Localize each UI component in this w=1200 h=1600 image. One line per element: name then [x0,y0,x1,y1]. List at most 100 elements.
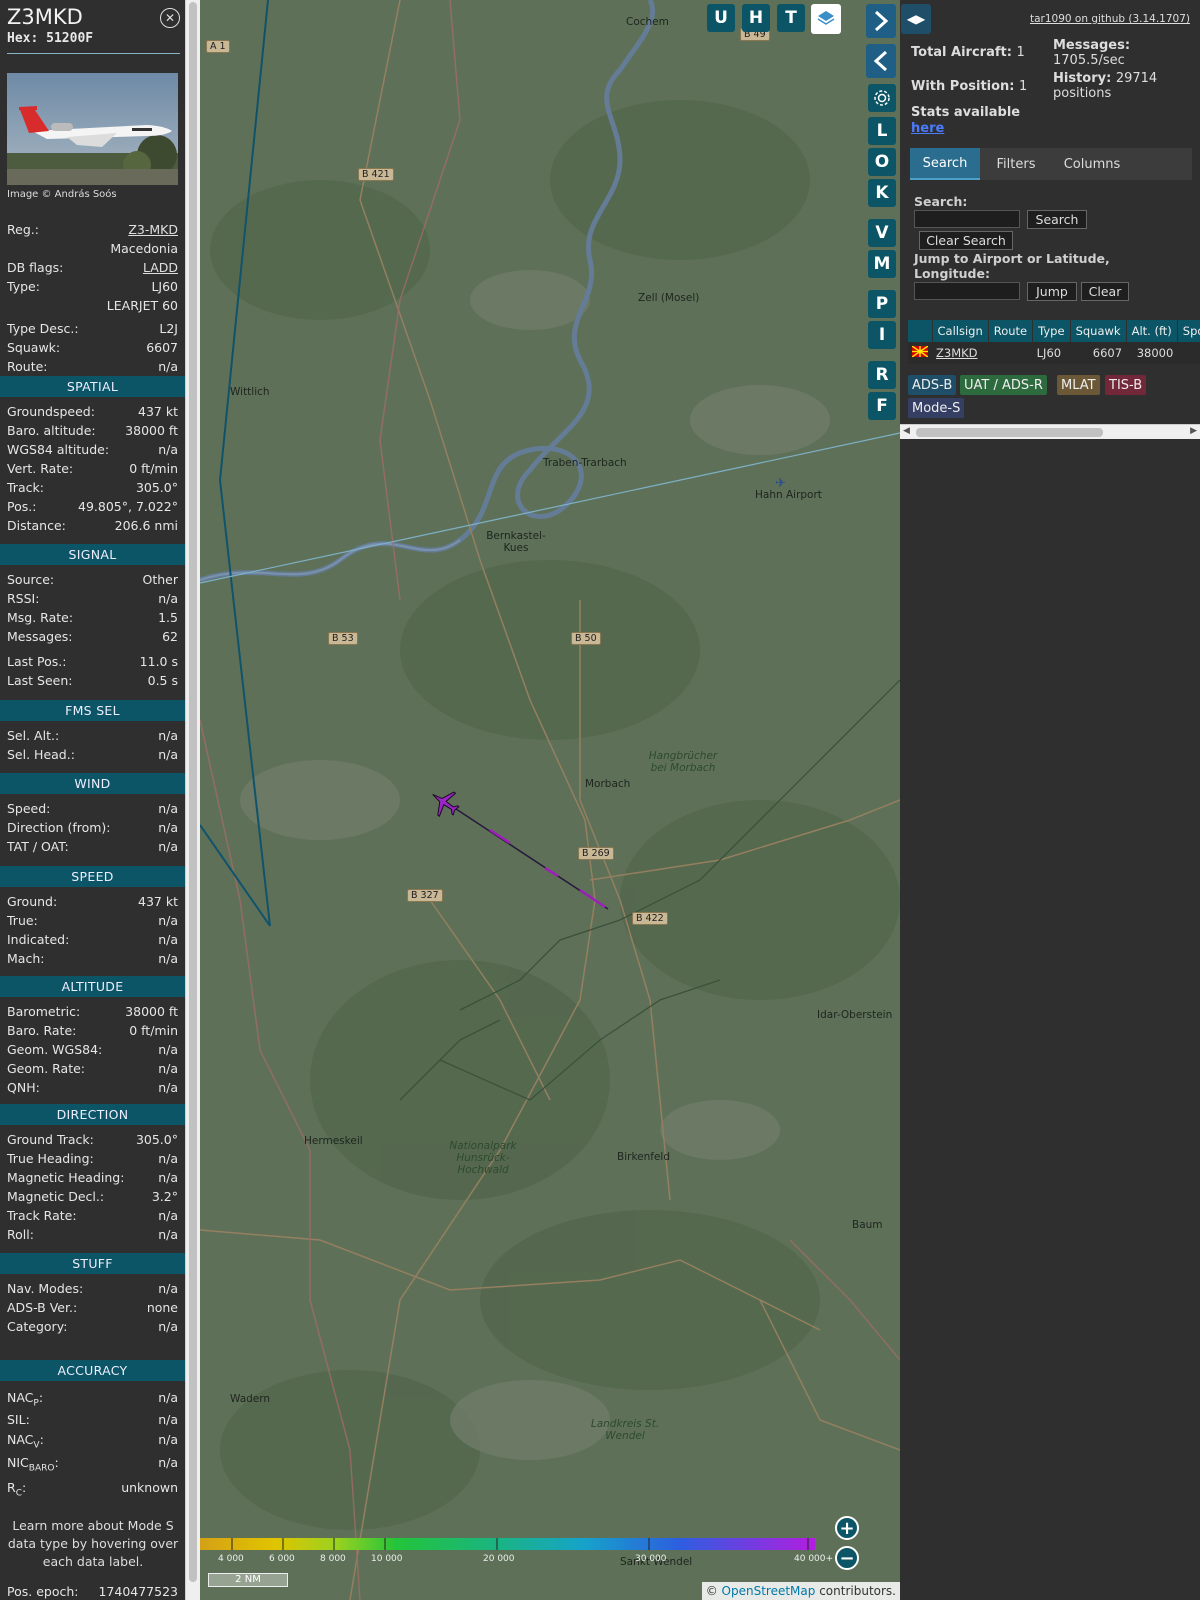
source-tis-b[interactable]: TIS-B [1105,375,1147,395]
info-value[interactable]: LADD [143,260,178,275]
data-label[interactable]: Pos.: [7,499,36,514]
col-route[interactable]: Route [988,320,1034,342]
layers-button[interactable] [811,4,841,34]
data-label[interactable]: Roll: [7,1227,34,1242]
toolbar-l-button[interactable]: L [868,117,896,145]
clear-search-button[interactable]: Clear Search [919,231,1013,250]
col-alt[interactable]: Alt. (ft) [1126,320,1178,342]
stats-link[interactable]: here [911,121,944,136]
data-label[interactable]: Baro. altitude: [7,423,96,438]
data-label[interactable]: Nav. Modes: [7,1281,83,1296]
source-mode-s[interactable]: Mode-S [908,398,965,418]
toolbar-v-button[interactable]: V [868,219,896,247]
search-input[interactable] [914,210,1020,228]
tab-filters[interactable]: Filters [983,148,1049,180]
row-callsign[interactable]: Z3MKD [932,342,989,364]
data-label[interactable]: Magnetic Decl.: [7,1189,104,1204]
data-label[interactable]: RC: [7,1480,26,1499]
data-label[interactable]: Sel. Alt.: [7,728,59,743]
data-label[interactable]: Messages: [7,629,73,644]
data-label[interactable]: Direction (from): [7,820,111,835]
table-row[interactable]: Z3MKD LJ60 6607 38000 [908,342,1200,364]
data-label[interactable]: Indicated: [7,932,69,947]
data-label[interactable]: Category: [7,1319,67,1334]
jump-button[interactable]: Jump [1027,282,1077,301]
data-label[interactable]: Msg. Rate: [7,610,73,625]
scroll-left-icon[interactable]: ◀ [903,426,910,436]
data-label[interactable]: Mach: [7,951,44,966]
panel-scrollbar-thumb[interactable] [189,2,197,1582]
toolbar-m-button[interactable]: M [868,250,896,278]
data-label[interactable]: Sel. Head.: [7,747,75,762]
clear-button[interactable]: Clear [1081,282,1129,301]
scroll-right-icon[interactable]: ▶ [1190,426,1197,436]
source-mlat[interactable]: MLAT [1057,375,1100,395]
data-label[interactable]: Last Seen: [7,673,72,688]
data-label[interactable]: True: [7,913,38,928]
toolbar-k-button[interactable]: K [868,179,896,207]
data-label[interactable]: SIL: [7,1412,30,1427]
expand-right-button[interactable] [866,4,896,38]
toolbar-h-button[interactable]: H [742,4,770,32]
info-value: LJ60 [151,279,178,294]
map-view[interactable]: Cochem Zell (Mosel) Wittlich Traben-Trarbac… [200,0,900,1600]
data-label[interactable]: Magnetic Heading: [7,1170,124,1185]
table-hscrollbar[interactable]: ◀ ▶ [900,424,1200,439]
osm-link[interactable]: OpenStreetMap [722,1584,816,1598]
aircraft-photo[interactable] [7,73,178,185]
col-type[interactable]: Type [1032,320,1071,342]
data-label[interactable]: QNH: [7,1080,40,1095]
data-label[interactable]: WGS84 altitude: [7,442,109,457]
data-label[interactable]: Geom. WGS84: [7,1042,102,1057]
toolbar-i-button[interactable]: I [868,321,896,349]
data-label[interactable]: True Heading: [7,1151,94,1166]
jump-input[interactable] [914,282,1020,300]
data-label[interactable]: Groundspeed: [7,404,95,419]
data-label[interactable]: Ground: [7,894,57,909]
data-label[interactable]: RSSI: [7,591,39,606]
source-uat-ads-r[interactable]: UAT / ADS-R [960,375,1047,395]
data-label[interactable]: ADS-B Ver.: [7,1300,77,1315]
data-label[interactable]: NICBARO: [7,1455,59,1474]
data-label[interactable]: Geom. Rate: [7,1061,85,1076]
zoom-in-button[interactable]: + [835,1516,859,1540]
toolbar-u-button[interactable]: U [707,4,735,32]
info-row: Squawk: 6607 [7,340,178,355]
data-label[interactable]: Distance: [7,518,66,533]
toolbar-p-button[interactable]: P [868,290,896,318]
col-squawk[interactable]: Squawk [1070,320,1127,342]
search-button[interactable]: Search [1027,210,1087,229]
panel-scrollbar[interactable] [185,0,200,1600]
data-label[interactable]: Source: [7,572,54,587]
aircraft-marker-icon[interactable] [428,786,462,820]
collapse-left-button[interactable] [866,44,896,78]
col-spd[interactable]: Spd. [1177,320,1200,342]
info-value[interactable]: Z3-MKD [128,222,178,237]
data-label[interactable]: Vert. Rate: [7,461,73,476]
data-label[interactable]: NACP: [7,1390,43,1409]
toolbar-o-button[interactable]: O [868,148,896,176]
settings-button[interactable] [868,84,896,112]
data-label[interactable]: TAT / OAT: [7,839,69,854]
github-link[interactable]: tar1090 on github (3.14.1707) [1030,13,1190,25]
data-label[interactable]: NACV: [7,1432,44,1451]
toolbar-r-button[interactable]: R [868,361,896,389]
toolbar-f-button[interactable]: F [868,392,896,420]
close-icon[interactable]: ✕ [160,8,180,28]
tab-search[interactable]: Search [910,148,980,180]
data-label[interactable]: Barometric: [7,1004,80,1019]
toolbar-t-button[interactable]: T [777,4,805,32]
col-flag[interactable] [908,320,933,342]
tab-columns[interactable]: Columns [1052,148,1132,180]
table-hscroll-thumb[interactable] [916,428,1103,437]
source-ads-b[interactable]: ADS-B [908,375,957,395]
data-label[interactable]: Track Rate: [7,1208,77,1223]
data-label[interactable]: Ground Track: [7,1132,94,1147]
toggle-sidebar-button[interactable]: ◀▶ [901,4,931,34]
data-label[interactable]: Last Pos.: [7,654,66,669]
data-label[interactable]: Baro. Rate: [7,1023,76,1038]
zoom-out-button[interactable]: − [835,1546,859,1570]
data-label[interactable]: Track: [7,480,44,495]
col-callsign[interactable]: Callsign [932,320,989,342]
data-label[interactable]: Speed: [7,801,50,816]
